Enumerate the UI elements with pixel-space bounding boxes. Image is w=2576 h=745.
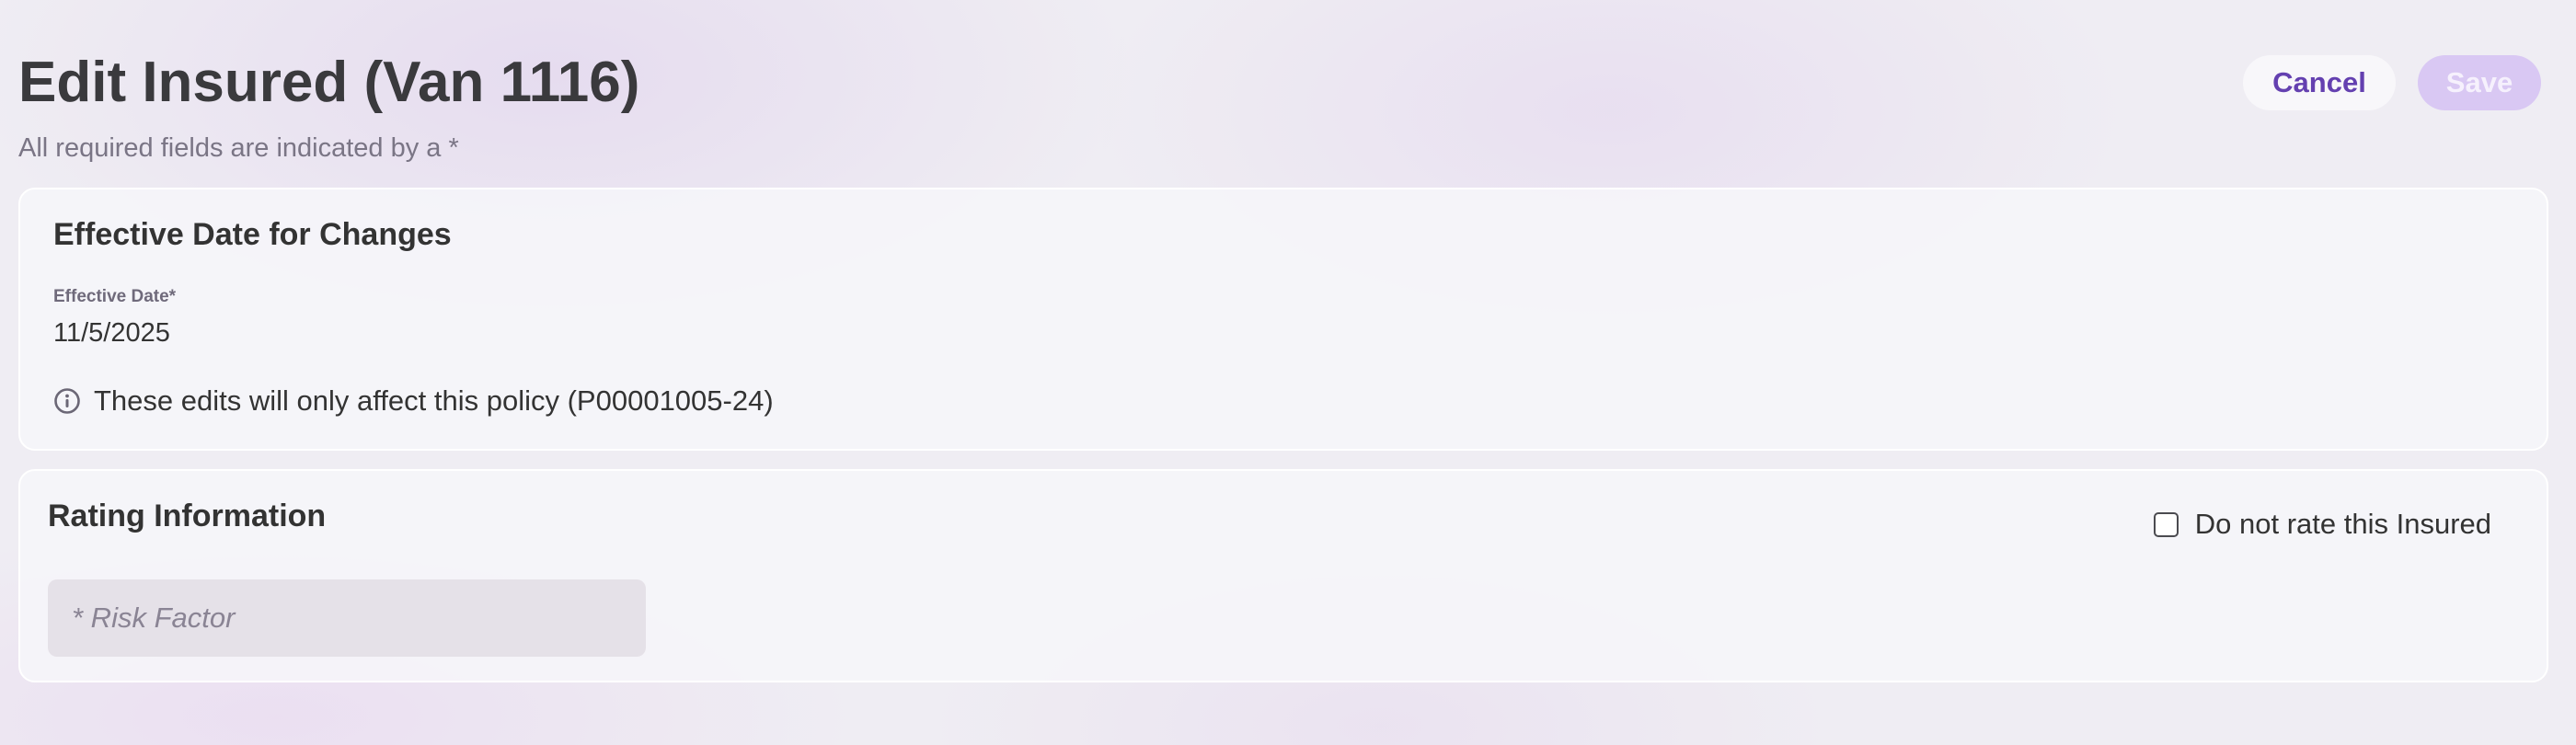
header-actions: Cancel Save — [2243, 55, 2541, 110]
policy-info-text: These edits will only affect this policy… — [94, 384, 774, 417]
do-not-rate-checkbox[interactable] — [2153, 511, 2179, 537]
cancel-button[interactable]: Cancel — [2243, 55, 2396, 110]
page-title: Edit Insured (Van 1116) — [18, 51, 640, 114]
risk-factor-input[interactable] — [48, 579, 646, 657]
do-not-rate-toggle[interactable]: Do not rate this Insured — [2153, 506, 2491, 543]
required-fields-note: All required fields are indicated by a * — [18, 133, 459, 163]
rating-section-title: Rating Information — [48, 499, 327, 533]
effective-date-card: Effective Date for Changes Effective Dat… — [18, 188, 2548, 451]
policy-info-note: These edits will only affect this policy… — [53, 383, 774, 419]
effective-date-label: Effective Date* — [53, 287, 177, 306]
rating-information-card: Rating Information Do not rate this Insu… — [18, 469, 2548, 682]
effective-date-section-title: Effective Date for Changes — [53, 217, 452, 252]
effective-date-value: 11/5/2025 — [53, 318, 170, 348]
do-not-rate-label: Do not rate this Insured — [2194, 508, 2491, 540]
info-circle-icon — [53, 387, 81, 415]
save-button[interactable]: Save — [2418, 55, 2541, 110]
